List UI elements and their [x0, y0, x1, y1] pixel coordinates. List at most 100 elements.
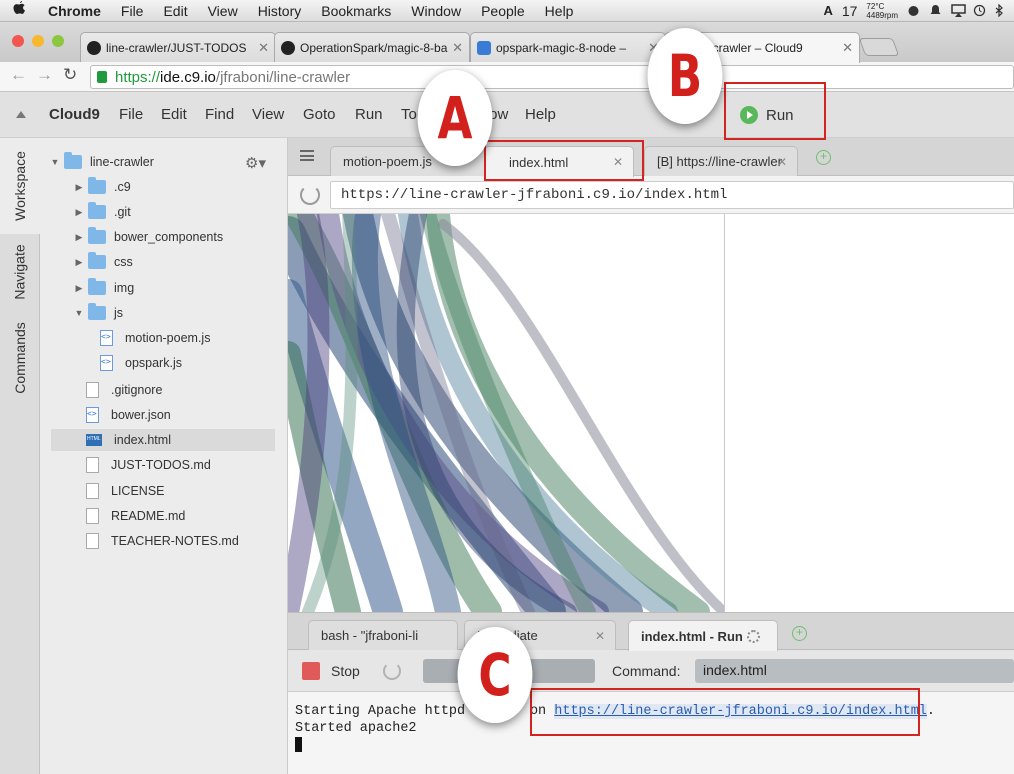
- c9-menu-run[interactable]: Run: [355, 106, 383, 123]
- console-tab-active[interactable]: index.html - Run: [628, 620, 778, 651]
- c9-menu-edit[interactable]: Edit: [161, 106, 187, 123]
- new-tab-button[interactable]: [858, 38, 900, 56]
- folder-icon: [88, 202, 106, 219]
- stop-button-label[interactable]: Stop: [331, 663, 360, 679]
- loading-spinner-icon: [746, 629, 760, 643]
- browser-tab[interactable]: line-crawler/JUST-TODOS ✕: [80, 32, 276, 62]
- menubar-tray: A 17 72°C 4489rpm: [823, 2, 1014, 20]
- collapsed-arrow-icon[interactable]: ▶: [74, 207, 84, 218]
- expand-arrow-icon[interactable]: ▼: [74, 308, 84, 318]
- console-tab[interactable]: bash - "jfraboni-li: [308, 620, 458, 650]
- command-input[interactable]: index.html: [695, 659, 1014, 683]
- c9-brand-menu[interactable]: Cloud9: [49, 106, 100, 123]
- tree-item-label: LICENSE: [111, 484, 165, 498]
- zoom-window-icon[interactable]: [52, 35, 64, 47]
- c9-menu-file[interactable]: File: [119, 106, 143, 123]
- tree-item[interactable]: ▶ img: [74, 277, 302, 299]
- close-window-icon[interactable]: [12, 35, 24, 47]
- evernote-icon[interactable]: [907, 4, 920, 17]
- add-console-tab-icon[interactable]: +: [792, 626, 807, 641]
- forward-arrow-icon[interactable]: →: [36, 65, 53, 85]
- close-tab-icon[interactable]: ✕: [595, 629, 605, 643]
- tree-item[interactable]: TEACHER-NOTES.md: [86, 530, 314, 552]
- browser-tab[interactable]: OperationSpark/magic-8-ball ✕: [274, 32, 470, 62]
- preview-reload-icon[interactable]: [300, 185, 320, 205]
- browser-tab-title: opspark-magic-8-node –: [496, 40, 627, 55]
- stop-icon[interactable]: [302, 662, 320, 680]
- tree-item[interactable]: JUST-TODOS.md: [86, 454, 314, 476]
- preview-url-input[interactable]: https://line-crawler-jfraboni.c9.io/inde…: [330, 181, 1014, 209]
- menu-bookmarks[interactable]: Bookmarks: [311, 3, 401, 19]
- callout-a: A: [417, 70, 493, 166]
- browser-tab[interactable]: opspark-magic-8-node – ✕: [470, 32, 666, 62]
- reload-icon[interactable]: ↻: [63, 65, 77, 85]
- tree-item[interactable]: ▶ .git: [74, 201, 302, 223]
- tree-item-label: bower_components: [114, 230, 224, 244]
- tree-item[interactable]: LICENSE: [86, 480, 314, 502]
- tab-menu-icon[interactable]: [300, 150, 314, 161]
- close-tab-icon[interactable]: ✕: [777, 155, 787, 169]
- adobe-icon[interactable]: A: [823, 3, 832, 18]
- minimize-window-icon[interactable]: [32, 35, 44, 47]
- menu-edit[interactable]: Edit: [153, 3, 197, 19]
- collapsed-arrow-icon[interactable]: ▶: [74, 283, 84, 294]
- menu-window[interactable]: Window: [401, 3, 471, 19]
- airplay-icon[interactable]: [951, 4, 966, 17]
- back-arrow-icon[interactable]: ←: [10, 65, 27, 85]
- bluetooth-icon[interactable]: [995, 3, 1008, 18]
- close-tab-icon[interactable]: ✕: [452, 40, 463, 56]
- restart-icon[interactable]: [383, 662, 401, 680]
- menu-people[interactable]: People: [471, 3, 535, 19]
- browser-tab-title: line-crawler/JUST-TODOS: [106, 40, 247, 55]
- tree-item-selected[interactable]: index.html: [51, 429, 275, 451]
- close-tab-icon[interactable]: ✕: [258, 40, 269, 56]
- url-bar[interactable]: https://ide.c9.io/jfraboni/line-crawler: [90, 65, 1014, 89]
- tab-workspace[interactable]: Workspace: [0, 138, 40, 234]
- menu-view[interactable]: View: [198, 3, 248, 19]
- mac-menubar: Chrome File Edit View History Bookmarks …: [0, 0, 1014, 22]
- apple-icon[interactable]: [0, 0, 38, 21]
- tree-item[interactable]: ▶ bower_components: [74, 226, 302, 248]
- tab-commands[interactable]: Commands: [0, 310, 40, 406]
- lock-icon: [97, 71, 107, 83]
- collapsed-arrow-icon[interactable]: ▶: [74, 232, 84, 243]
- tab-navigate[interactable]: Navigate: [0, 234, 40, 310]
- tree-item-label: motion-poem.js: [125, 331, 211, 345]
- menu-chrome[interactable]: Chrome: [38, 3, 111, 19]
- collapse-menubar-icon[interactable]: [16, 111, 26, 118]
- file-icon: [86, 382, 99, 398]
- time-machine-icon[interactable]: [973, 4, 986, 17]
- preview-pane[interactable]: [288, 214, 1014, 612]
- tree-item[interactable]: README.md: [86, 505, 314, 527]
- c9-menu-view[interactable]: View: [252, 106, 284, 123]
- add-tab-icon[interactable]: +: [816, 150, 831, 165]
- editor-tab-label: [B] https://line-crawler: [657, 154, 782, 169]
- menu-file[interactable]: File: [111, 3, 154, 19]
- editor-tabbar: motion-poem.js index.html ✕ [B] https://…: [288, 138, 1014, 177]
- tree-item[interactable]: ▶ .c9: [74, 176, 302, 198]
- highlight-box-index-tab: [484, 140, 644, 181]
- tree-item[interactable]: ▼ js: [74, 302, 302, 324]
- collapsed-arrow-icon[interactable]: ▶: [74, 182, 84, 193]
- tree-item-label: opspark.js: [125, 356, 182, 370]
- collapsed-arrow-icon[interactable]: ▶: [74, 257, 84, 268]
- close-tab-icon[interactable]: ✕: [842, 40, 853, 56]
- tree-root[interactable]: ▼ line-crawler: [50, 151, 278, 173]
- tree-item[interactable]: bower.json: [86, 404, 314, 426]
- c9-menu-goto[interactable]: Goto: [303, 106, 336, 123]
- menu-history[interactable]: History: [248, 3, 312, 19]
- tree-item[interactable]: .gitignore: [86, 379, 314, 401]
- c9-menu-find[interactable]: Find: [205, 106, 234, 123]
- tree-item[interactable]: ▶ css: [74, 251, 302, 273]
- tree-item-label: js: [114, 306, 124, 320]
- side-panel-tabs: Workspace Navigate Commands: [0, 138, 40, 774]
- editor-tab[interactable]: [B] https://line-crawler ✕: [644, 146, 798, 176]
- bell-icon[interactable]: [929, 4, 942, 17]
- temp-readout[interactable]: 72°C 4489rpm: [866, 2, 898, 20]
- expand-arrow-icon[interactable]: ▼: [50, 157, 60, 167]
- menu-help[interactable]: Help: [535, 3, 584, 19]
- c9-menu-help[interactable]: Help: [525, 106, 556, 123]
- tree-item-label: TEACHER-NOTES.md: [111, 534, 239, 548]
- preview-splitter[interactable]: [724, 214, 725, 612]
- file-icon: [86, 457, 99, 473]
